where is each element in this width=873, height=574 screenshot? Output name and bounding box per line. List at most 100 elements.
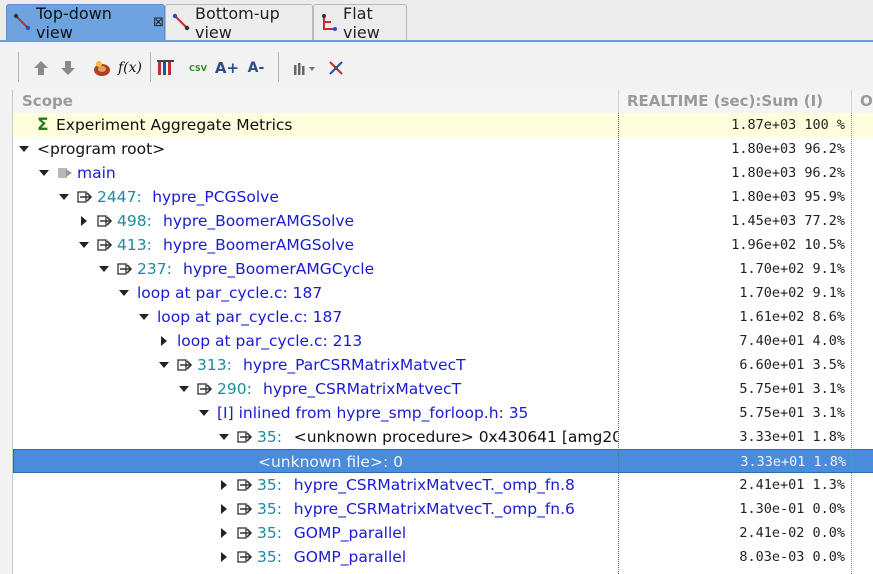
table-row[interactable]: 498: hypre_BoomerAMGSolve 1.45e+03 77.2% [13,209,873,233]
callsite-line-number[interactable]: 237: [137,257,172,281]
table-row[interactable]: main 1.80e+03 96.2% [13,161,873,185]
scope-name[interactable]: main [77,161,116,185]
expand-toggle-expanded-icon[interactable] [159,359,169,371]
callsite-line-number[interactable]: 35: [257,545,282,569]
realtime-column-header[interactable]: REALTIME (sec):Sum (I) [618,90,851,113]
table-row[interactable]: loop at par_cycle.c: 187 1.70e+02 9.1% [13,281,873,305]
filter-icon [329,61,343,75]
scope-name[interactable]: [I] inlined from hypre_smp_forloop.h: 35 [217,401,528,425]
scope-name[interactable]: loop at par_cycle.c: 187 [157,305,342,329]
expand-toggle-collapsed-icon[interactable] [159,335,169,347]
expand-toggle-collapsed-icon[interactable] [219,503,229,515]
table-row[interactable]: 35: GOMP_parallel 8.03e-03 0.0% [13,545,873,569]
metric-value: 6.60e+01 3.5% [739,357,845,373]
expand-toggle-collapsed-icon[interactable] [79,215,89,227]
callsite-icon[interactable] [237,430,253,444]
zoom-in-button[interactable] [29,56,53,80]
callsite-line-number[interactable]: 413: [117,233,152,257]
callsite-icon[interactable] [237,526,253,540]
callsite-icon[interactable] [237,478,253,492]
scope-name[interactable]: hypre_PCGSolve [152,185,279,209]
table-row[interactable]: <program root> 1.80e+03 96.2% [13,137,873,161]
metrics-tree-table[interactable]: Scope REALTIME (sec):Sum (I) OI Σ Experi… [12,90,873,574]
table-row[interactable]: 290: hypre_CSRMatrixMatvecT 5.75e+01 3.1% [13,377,873,401]
scope-name: <unknown procedure> 0x430641 [amg200 [293,428,618,446]
flatten-button[interactable] [90,56,114,80]
next-column-header[interactable]: OI [851,90,873,113]
callsite-icon[interactable] [197,382,213,396]
callsite-icon[interactable] [97,214,113,228]
table-row[interactable]: 313: hypre_ParCSRMatrixMatvecT 6.60e+01 3… [13,353,873,377]
tab-top-down-view[interactable]: Top-down view ⊠ [6,4,165,42]
callsite-icon[interactable] [177,358,193,372]
scope-name[interactable]: loop at par_cycle.c: 187 [137,281,322,305]
scope-name[interactable]: hypre_CSRMatrixMatvecT [263,377,461,401]
table-row[interactable]: 35: <unknown procedure> 0x430641 [amg200… [13,425,873,449]
metric-value: 1.87e+03 100 % [731,117,845,133]
tab-flat-view[interactable]: Flat view [313,4,407,42]
table-row[interactable]: 35: GOMP_parallel 2.41e-02 0.0% [13,521,873,545]
scope-name[interactable]: GOMP_parallel [294,521,406,545]
fx-button[interactable]: f(x) [118,56,142,80]
expand-toggle-expanded-icon[interactable] [19,143,29,155]
callsite-line-number[interactable]: 313: [197,353,232,377]
zoom-out-button[interactable] [56,56,80,80]
callsite-line-number[interactable]: 35: [257,521,282,545]
scope-name[interactable]: hypre_BoomerAMGCycle [183,257,374,281]
font-decrease-button[interactable]: A- [244,56,268,80]
table-row[interactable]: loop at par_cycle.c: 213 7.40e+01 4.0% [13,329,873,353]
table-row-selected[interactable]: <unknown file>: 0 3.33e+01 1.8% [13,449,873,473]
expand-toggle-expanded-icon[interactable] [39,167,49,179]
expand-toggle-collapsed-icon[interactable] [219,527,229,539]
table-row[interactable]: 413: hypre_BoomerAMGSolve 1.96e+02 10.5% [13,233,873,257]
expand-toggle-expanded-icon[interactable] [79,239,89,251]
table-row[interactable]: loop at par_cycle.c: 187 1.61e+02 8.6% [13,305,873,329]
expand-toggle-expanded-icon[interactable] [99,263,109,275]
expand-toggle-collapsed-icon[interactable] [219,479,229,491]
callsite-line-number[interactable]: 35: [257,473,282,497]
scope-name[interactable]: hypre_ParCSRMatrixMatvecT [243,353,466,377]
expand-toggle-expanded-icon[interactable] [179,383,189,395]
table-row[interactable]: [I] inlined from hypre_smp_forloop.h: 35… [13,401,873,425]
expand-toggle-expanded-icon[interactable] [59,191,69,203]
callsite-line-number[interactable]: 2447: [97,185,142,209]
filter-button[interactable] [325,56,349,80]
expand-toggle-expanded-icon[interactable] [119,287,129,299]
scope-column-header[interactable]: Scope [13,90,618,113]
scope-name[interactable]: hypre_BoomerAMGSolve [163,209,354,233]
csv-export-icon: CSV [189,63,207,73]
scope-name[interactable]: loop at par_cycle.c: 213 [177,329,362,353]
table-row[interactable]: 35: hypre_CSRMatrixMatvecT._omp_fn.6 1.30… [13,497,873,521]
callsite-line-number[interactable]: 35: [257,425,282,449]
scope-name[interactable]: hypre_CSRMatrixMatvecT._omp_fn.8 [294,473,575,497]
graph-dropdown-button[interactable] [292,56,322,80]
font-increase-button[interactable]: A+ [215,56,239,80]
expand-toggle-expanded-icon[interactable] [139,311,149,323]
callsite-icon[interactable] [77,190,93,204]
column-selector-button[interactable] [154,56,178,80]
callsite-line-number[interactable]: 290: [217,377,252,401]
close-tab-icon[interactable]: ⊠ [153,15,164,30]
scope-cell: Σ Experiment Aggregate Metrics [13,113,618,137]
expand-toggle-expanded-icon[interactable] [219,431,229,443]
table-row[interactable]: 237: hypre_BoomerAMGCycle 1.70e+02 9.1% [13,257,873,281]
callsite-line-number[interactable]: 35: [257,497,282,521]
metric-value: 2.41e+01 1.3% [739,477,845,493]
tab-bottom-up-view[interactable]: Bottom-up view [165,4,313,42]
csv-export-button[interactable]: CSV [186,56,210,80]
scope-name[interactable]: hypre_BoomerAMGSolve [163,233,354,257]
callsite-line-number[interactable]: 498: [117,209,152,233]
expand-toggle-collapsed-icon[interactable] [219,551,229,563]
expand-toggle-expanded-icon[interactable] [199,407,209,419]
aggregate-metrics-row[interactable]: Σ Experiment Aggregate Metrics 1.87e+03 … [13,113,873,137]
scope-name[interactable]: GOMP_parallel [294,545,406,569]
table-row[interactable]: 35: hypre_CSRMatrixMatvecT._omp_fn.8 2.41… [13,473,873,497]
down-arrow-icon [61,61,75,75]
scope-name[interactable]: hypre_CSRMatrixMatvecT._omp_fn.6 [294,497,575,521]
metric-value: 1.70e+02 9.1% [739,285,845,301]
callsite-icon[interactable] [97,238,113,252]
callsite-icon[interactable] [237,550,253,564]
callsite-icon[interactable] [117,262,133,276]
callsite-icon[interactable] [237,502,253,516]
table-row[interactable]: 2447: hypre_PCGSolve 1.80e+03 95.9% [13,185,873,209]
